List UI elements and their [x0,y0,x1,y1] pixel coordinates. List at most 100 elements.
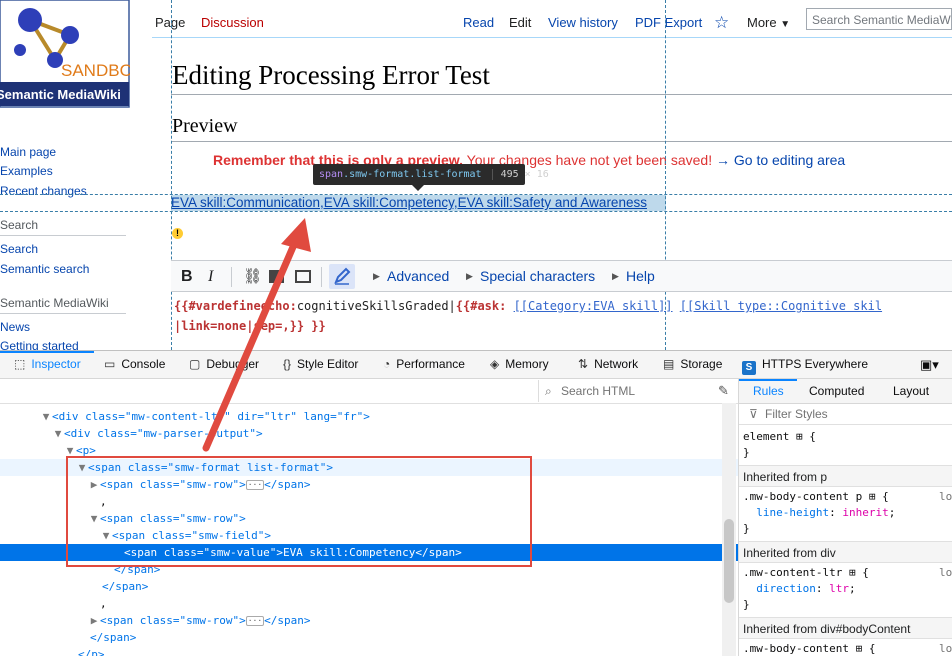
tab-pdf-export[interactable]: PDF Export [635,8,702,38]
tab-label: Network [594,357,639,371]
wikitext-editor[interactable]: {{#vardefineecho:cognitiveSkillsGraded|{… [174,296,882,336]
search-input[interactable]: Search Semantic MediaWiki [806,8,952,30]
tab-more[interactable]: More ▼ [747,8,790,38]
rule-property[interactable]: direction [756,582,816,595]
tab-label: Style Editor [297,357,359,371]
rule-selector: element [743,430,790,443]
markup-scrollbar[interactable] [722,403,736,656]
style-editor-icon: {} [283,357,292,371]
tab-https-everywhere[interactable]: S HTTPS Everywhere [742,351,868,378]
tab-inspector[interactable]: ⬚ Inspector [14,351,81,378]
tab-label: Debugger [206,357,260,371]
sidebar-item-examples[interactable]: Examples [0,164,53,178]
rule-property[interactable]: line-height [756,506,829,519]
markup-node[interactable]: </span> [0,629,738,646]
pencil-icon[interactable] [329,264,355,289]
sidebar-heading-search: Search [0,218,39,232]
node-text: <span class="smw-row"> [100,614,246,627]
sidebar-item-recent-changes[interactable]: Recent changes [0,184,87,198]
rules-panel: Rules Computed Layout ⊽ Filter Styles ele… [738,379,952,656]
markup-node[interactable]: ▼ <div class="mw-content-ltr" dir="ltr" l… [0,408,738,425]
caret-right-icon: ▶ [373,271,380,281]
eyedropper-icon[interactable]: ✎ [718,380,729,402]
sidebar-item-search[interactable]: Search [0,242,38,256]
collapsed-children-icon[interactable]: ··· [245,616,265,626]
go-to-editing-link[interactable]: → Go to editing area [716,152,845,168]
https-everywhere-icon: S [742,361,756,375]
node-text: <div class="mw-parser-output"> [64,427,263,440]
sidebar-item-news[interactable]: News [0,320,30,334]
scrollbar-thumb[interactable] [724,519,734,603]
markup-node[interactable]: ▶ <span class="smw-row"> ··· </span> [0,612,738,629]
query-result-highlighted[interactable]: EVA skill:Communication,EVA skill:Compet… [171,195,666,211]
memory-icon: ◈ [490,357,500,371]
advanced-toggle[interactable]: Advanced [387,261,449,293]
network-icon: ⇅ [578,357,589,371]
expand-toggle-icon[interactable]: ▼ [40,408,52,425]
tab-memory[interactable]: ◈ Memory [490,351,549,378]
highlighter-tooltip: span.smw-format.list-format 495 × 16 [313,164,549,185]
tab-edit[interactable]: Edit [509,8,531,38]
site-logo[interactable]: SANDBOX Semantic MediaWiki [0,0,130,108]
tab-discussion[interactable]: Discussion [201,8,264,38]
toolbar-separator [231,267,232,287]
sidebar-item-main-page[interactable]: Main page [0,145,56,159]
tab-network[interactable]: ⇅ Network [578,351,638,378]
rule-bodycontent[interactable]: .mw-body-content ⊞ {lo [743,641,952,656]
filter-styles-input[interactable]: ⊽ Filter Styles [739,403,952,425]
tab-debugger[interactable]: ▢ Debugger [189,351,259,378]
warning-icon[interactable]: ! [172,228,183,239]
bold-button[interactable]: B [181,261,193,293]
devtools-tabbar: ⬚ Inspector ▭ Console ▢ Debugger {} Style Ed… [0,351,952,379]
markup-node[interactable]: ▼ <div class="mw-parser-output"> [0,425,738,442]
help-toggle[interactable]: Help [626,261,655,293]
inspector-icon: ⬚ [14,357,26,371]
wiki-page: SANDBOX Semantic MediaWiki Main page Exa… [0,0,952,350]
sidebar-divider [0,235,126,236]
rule-p[interactable]: .mw-body-content p ⊞ {lo line-height: in… [743,489,952,537]
rule-div[interactable]: .mw-content-ltr ⊞ {lo direction: ltr; } [743,565,952,613]
link-icon[interactable]: ⛓ [243,261,262,293]
sidebar-item-semantic-search[interactable]: Semantic search [0,262,89,276]
tab-performance[interactable]: ◔ Performance [383,351,465,378]
rule-source[interactable]: lo [939,641,952,656]
tab-style-editor[interactable]: {} Style Editor [283,351,358,378]
image-icon[interactable] [269,261,284,293]
tab-view-history[interactable]: View history [548,8,618,38]
rule-selector: .mw-content-ltr [743,566,843,579]
tab-console[interactable]: ▭ Console [104,351,165,378]
tooltip-classes: .smw-format.list-format [343,169,482,180]
storage-icon: ▤ [663,357,675,371]
title-divider [171,94,952,95]
reference-icon[interactable] [295,261,311,293]
tab-read[interactable]: Read [463,8,494,38]
rule-source[interactable]: lo [939,489,952,505]
markup-node[interactable]: </span> [0,578,738,595]
tab-storage[interactable]: ▤ Storage [663,351,722,378]
watch-star-icon[interactable]: ☆ [714,8,729,38]
rule-value[interactable]: ltr [829,582,849,595]
tooltip-dimensions: 495 × 16 [491,169,549,180]
rule-selector: .mw-body-content p [743,490,863,503]
dock-icon[interactable]: ▣▾ [920,351,939,378]
sidebar-item-getting-started[interactable]: Getting started [0,339,79,350]
rule-source[interactable]: lo [939,565,952,581]
italic-button[interactable]: I [208,261,213,293]
tab-rules[interactable]: Rules [753,379,784,403]
tab-computed[interactable]: Computed [809,379,864,403]
node-text: </span> [102,580,149,593]
filter-icon: ⊽ [749,407,758,421]
wikitext-text: cognitiveSkillsGraded| [296,299,456,313]
inherited-heading-div: Inherited from div [739,541,952,563]
rule-value[interactable]: inherit [842,506,888,519]
chevron-down-icon: ▼ [780,19,791,30]
wikitext-space [673,299,680,313]
special-characters-toggle[interactable]: Special characters [480,261,595,293]
expand-toggle-icon[interactable]: ▶ [88,612,100,629]
expand-toggle-icon[interactable]: ▼ [52,425,64,442]
wikitext-parser-function: {{#ask: [455,299,514,313]
markup-text-node[interactable]: , [0,595,738,612]
rule-element[interactable]: element ⊞ { } [743,429,816,461]
search-html-input[interactable]: ⌕ Search HTML [538,380,714,402]
tab-layout[interactable]: Layout [893,379,929,403]
